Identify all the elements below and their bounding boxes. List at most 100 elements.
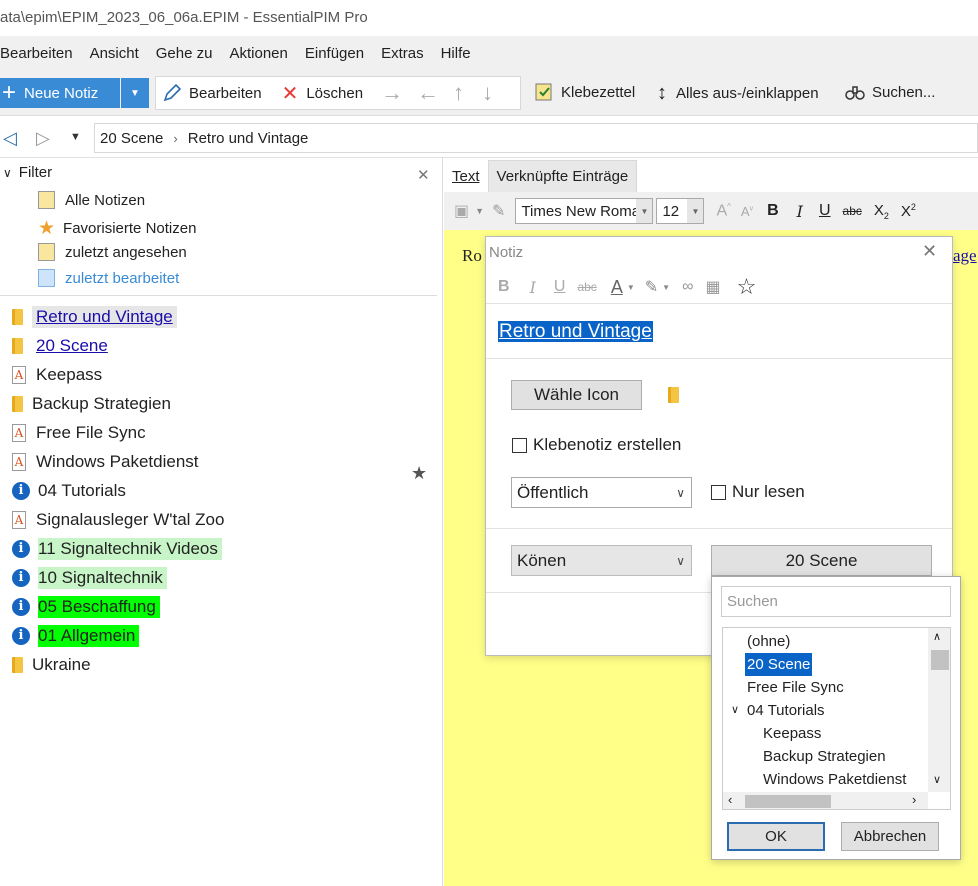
new-note-button[interactable]: + Neue Notiz	[0, 78, 120, 108]
tab-text[interactable]: Text	[444, 160, 488, 192]
underline-icon[interactable]: U	[554, 278, 566, 296]
horizontal-scrollbar[interactable]: ‹ ›	[723, 792, 928, 809]
menu-ansicht[interactable]: Ansicht	[90, 45, 147, 62]
expand-collapse-button[interactable]: ↕ Alles aus-/einklappen	[657, 82, 819, 105]
filter-item-recently-edited[interactable]: zuletzt bearbeitet	[38, 269, 179, 287]
tree-item-windows-paketdienst[interactable]: A Windows Paketdienst	[12, 448, 203, 475]
menu-einfuegen[interactable]: Einfügen	[305, 45, 372, 62]
breadcrumb-item[interactable]: Retro und Vintage	[188, 130, 309, 147]
filter-item-label: Alle Notizen	[65, 191, 146, 209]
history-dropdown-icon[interactable]: ▼	[70, 131, 81, 143]
link-icon[interactable]: ∞	[682, 278, 693, 296]
list-item-selected[interactable]: 20 Scene	[745, 653, 813, 676]
superscript-icon[interactable]: X2	[901, 202, 916, 220]
filter-header[interactable]: ∨ Filter	[3, 164, 52, 181]
tree-item-keepass[interactable]: A Keepass	[12, 361, 106, 388]
search-button[interactable]: Suchen...	[845, 82, 935, 102]
close-icon[interactable]: ✕	[417, 166, 430, 184]
list-item[interactable]: Keepass	[763, 722, 821, 745]
parent-select-button[interactable]: 20 Scene	[711, 545, 932, 576]
forward-icon[interactable]: ▷	[36, 128, 50, 149]
filter-item-recently-viewed[interactable]: zuletzt angesehen	[38, 243, 187, 261]
close-icon[interactable]: ✕	[922, 241, 937, 262]
tree-item-11-signaltechnik-videos[interactable]: i 11 Signaltechnik Videos	[12, 535, 222, 562]
list-item[interactable]: Windows Paketdienst	[763, 768, 906, 791]
delete-button[interactable]: ✕ Löschen	[282, 81, 363, 106]
tree-item-ukraine[interactable]: Ukraine	[12, 651, 95, 678]
note-title-field[interactable]: Retro und Vintage	[498, 321, 653, 343]
subscript-icon[interactable]: X2	[874, 202, 889, 221]
bold-icon[interactable]: B	[767, 202, 779, 220]
paste-icon[interactable]: ▣	[454, 201, 469, 221]
font-family-select[interactable]: Times New Roma ▼	[515, 198, 654, 224]
chevron-down-icon[interactable]: ▼	[627, 283, 635, 292]
new-note-dropdown-button[interactable]: ▼	[121, 78, 149, 108]
tab-linked-entries[interactable]: Verknüpfte Einträge	[487, 160, 638, 192]
italic-icon[interactable]: I	[530, 278, 536, 297]
choose-icon-button[interactable]: Wähle Icon	[511, 380, 642, 410]
tree-item-backup-strategien[interactable]: Backup Strategien	[12, 390, 175, 417]
strikethrough-icon[interactable]: abc	[843, 204, 862, 218]
star-icon[interactable]: ★	[411, 463, 427, 484]
tree-item-signalausleger[interactable]: A Signalausleger W'tal Zoo	[12, 506, 228, 533]
editor-link-text[interactable]: age	[953, 246, 977, 266]
calendar-icon[interactable]: ▦	[705, 277, 720, 297]
tree-item-retro-und-vintage[interactable]: Retro und Vintage	[12, 303, 177, 330]
scroll-right-icon[interactable]: ›	[912, 792, 916, 807]
cancel-button[interactable]: Abbrechen	[841, 822, 939, 851]
font-color-icon[interactable]: A	[611, 277, 623, 298]
arrow-up-icon[interactable]: ↑	[453, 80, 464, 106]
menu-hilfe[interactable]: Hilfe	[441, 45, 479, 62]
arrow-left-icon[interactable]: ←	[417, 80, 439, 106]
arrow-right-icon[interactable]: →	[381, 80, 403, 106]
tree-item-05-beschaffung[interactable]: i 05 Beschaffung	[12, 593, 160, 620]
sticky-note-button[interactable]: Klebezettel	[534, 82, 635, 102]
vertical-scrollbar[interactable]: ∧ ∨	[928, 628, 950, 792]
scroll-up-icon[interactable]: ∧	[933, 630, 941, 643]
tree-item-04-tutorials[interactable]: i 04 Tutorials	[12, 477, 130, 504]
tree-item-10-signaltechnik[interactable]: i 10 Signaltechnik	[12, 564, 167, 591]
readonly-checkbox[interactable]: Nur lesen	[711, 482, 805, 502]
scroll-left-icon[interactable]: ‹	[728, 792, 732, 807]
filter-item-all-notes[interactable]: Alle Notizen	[38, 191, 145, 209]
menu-aktionen[interactable]: Aktionen	[229, 45, 295, 62]
menu-gehe-zu[interactable]: Gehe zu	[156, 45, 221, 62]
italic-icon[interactable]: I	[797, 202, 803, 221]
menu-bearbeiten[interactable]: Bearbeiten	[0, 45, 81, 62]
arrow-down-icon[interactable]: ↓	[482, 80, 493, 106]
scroll-down-icon[interactable]: ∨	[933, 773, 941, 786]
chevron-down-icon[interactable]: ▼	[662, 283, 670, 292]
edit-button[interactable]: Bearbeiten	[162, 83, 262, 103]
highlight-icon[interactable]: ✎	[645, 277, 658, 297]
back-icon[interactable]: ◁	[3, 128, 17, 149]
tree-item-20-scene[interactable]: 20 Scene	[12, 332, 112, 359]
underline-icon[interactable]: U	[819, 202, 831, 220]
font-size-select[interactable]: 12 ▼	[656, 198, 705, 224]
list-item[interactable]: Backup Strategien	[763, 745, 886, 768]
format-painter-icon[interactable]: ✎	[492, 201, 505, 221]
visibility-select[interactable]: Öffentlich ∨	[511, 477, 692, 508]
popup-search-input[interactable]: Suchen	[721, 586, 951, 617]
scrollbar-thumb[interactable]	[745, 795, 831, 808]
parent-listbox[interactable]: (ohne) 20 Scene Free File Sync ∨ 04 Tuto…	[722, 627, 951, 810]
list-item[interactable]: (ohne)	[747, 630, 790, 653]
scrollbar-thumb[interactable]	[931, 650, 949, 670]
chevron-down-icon[interactable]: ∨	[731, 699, 739, 722]
menu-extras[interactable]: Extras	[381, 45, 432, 62]
category-select[interactable]: Könen ∨	[511, 545, 692, 576]
strikethrough-icon[interactable]: abc	[577, 280, 596, 294]
bold-icon[interactable]: B	[498, 278, 510, 296]
breadcrumb-item[interactable]: 20 Scene	[100, 130, 163, 147]
grow-font-icon[interactable]: A^	[716, 202, 730, 220]
tree-item-free-file-sync[interactable]: A Free File Sync	[12, 419, 150, 446]
star-outline-icon[interactable]: ☆	[737, 274, 757, 300]
tree-item-01-allgemein[interactable]: i 01 Allgemein	[12, 622, 140, 649]
list-item[interactable]: Free File Sync	[747, 676, 844, 699]
list-item[interactable]: 04 Tutorials	[747, 699, 825, 722]
filter-item-favorites[interactable]: ★ Favorisierte Notizen	[38, 217, 196, 240]
sticky-checkbox[interactable]: Klebenotiz erstellen	[512, 435, 681, 455]
ok-button[interactable]: OK	[727, 822, 825, 851]
chevron-down-icon[interactable]: ▼	[475, 206, 484, 216]
shrink-font-icon[interactable]: Av	[741, 204, 753, 219]
tree-item-label: Backup Strategien	[32, 393, 171, 413]
